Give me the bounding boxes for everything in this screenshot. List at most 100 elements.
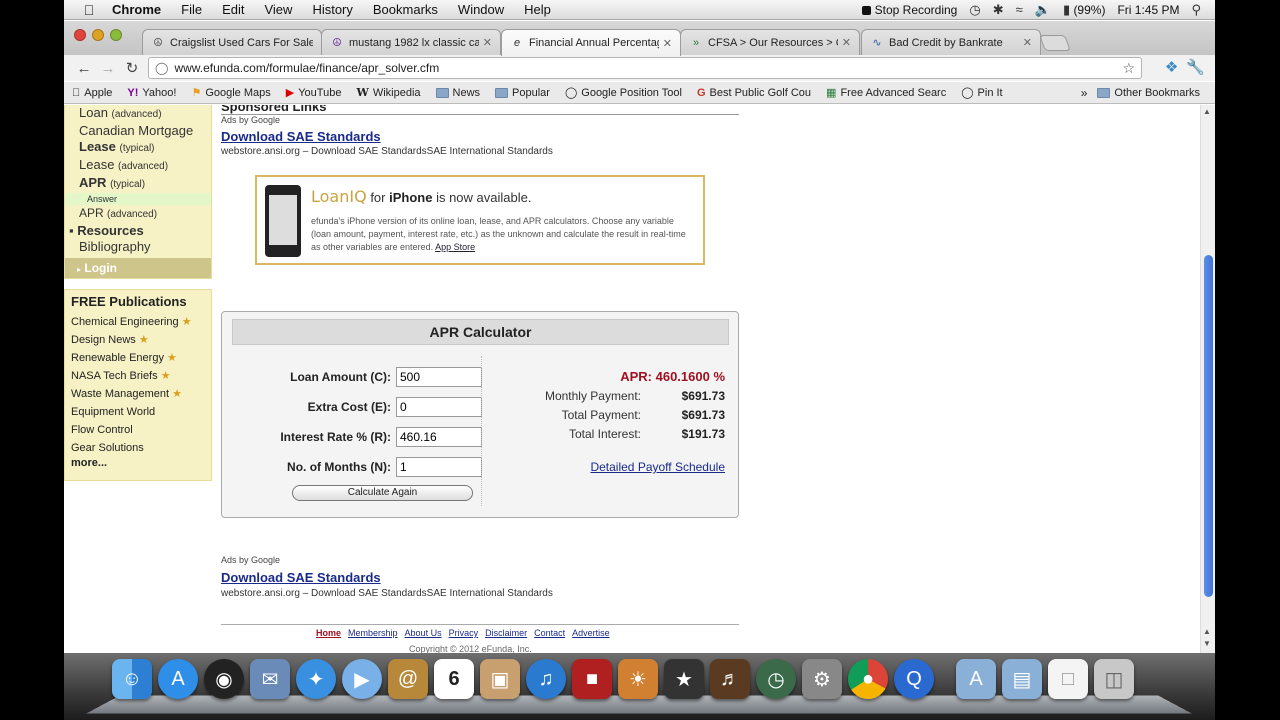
menu-view[interactable]: View (254, 2, 302, 17)
bookmark-wikipedia[interactable]: W Wikipedia (356, 86, 420, 99)
minimize-window-button[interactable] (92, 29, 104, 41)
footer-privacy-link[interactable]: Privacy (449, 628, 479, 638)
photo-browser-icon[interactable]: ■ (572, 659, 612, 699)
bookmark-golf[interactable]: G Best Public Golf Cou (697, 87, 811, 99)
pub-waste-management[interactable]: Waste Management ★ (71, 385, 211, 403)
ad-link[interactable]: Download SAE Standards (221, 570, 553, 585)
system-preferences-icon[interactable]: ⚙ (802, 659, 842, 699)
zoom-window-button[interactable] (110, 29, 122, 41)
pub-gear-solutions[interactable]: Gear Solutions (71, 439, 211, 457)
safari-icon[interactable]: ✦ (296, 659, 336, 699)
iphoto-icon[interactable]: ☀ (618, 659, 658, 699)
calendar-icon[interactable]: 6 (434, 659, 474, 699)
stop-recording-button[interactable]: Stop Recording (861, 3, 957, 17)
close-tab-icon[interactable]: ✕ (842, 36, 851, 49)
back-arrow-icon[interactable]: ← (72, 60, 96, 77)
loan-amount-input[interactable] (396, 367, 482, 387)
dashboard-icon[interactable]: ◉ (204, 659, 244, 699)
scroll-down-icon[interactable]: ▼ (1203, 639, 1211, 648)
facetime-icon[interactable]: ▶ (342, 659, 382, 699)
menu-app-name[interactable]: Chrome (102, 2, 171, 17)
menu-bookmarks[interactable]: Bookmarks (363, 2, 448, 17)
nav-lease-advanced[interactable]: Lease (advanced) (65, 157, 211, 175)
nav-lease-typical[interactable]: Lease (typical) (65, 139, 211, 157)
tab-cfsa[interactable]: » CFSA > Our Resources > Cu ✕ (680, 29, 860, 55)
reload-icon[interactable]: ↻ (120, 59, 144, 77)
ads-by-google[interactable]: Ads by Google (221, 115, 553, 125)
url-text[interactable]: www.efunda.com/formulae/finance/apr_solv… (174, 61, 439, 75)
loaniq-promo[interactable]: LoanIQ for iPhone is now available. efun… (255, 175, 705, 265)
tab-mustang[interactable]: ☮ mustang 1982 lx classic car ✕ (321, 29, 501, 55)
bookmark-yahoo[interactable]: Y! Yahoo! (127, 87, 176, 99)
bookmark-google-position[interactable]: ◯ Google Position Tool (565, 86, 682, 100)
pub-renewable-energy[interactable]: Renewable Energy ★ (71, 349, 211, 367)
ads-by-google[interactable]: Ads by Google (221, 555, 553, 565)
publications-more-link[interactable]: more... (71, 457, 211, 469)
pub-design-news[interactable]: Design News ★ (71, 331, 211, 349)
extension-icon[interactable]: ❖ (1165, 58, 1178, 76)
scroll-up-icon[interactable]: ▲ (1203, 627, 1211, 636)
tab-bankrate[interactable]: ∿ Bad Credit by Bankrate ✕ (861, 29, 1041, 55)
ad-link[interactable]: Download SAE Standards (221, 129, 553, 144)
menubar-clock[interactable]: Fri 1:45 PM (1117, 3, 1179, 17)
tab-craigslist[interactable]: ☮ Craigslist Used Cars For Sale (142, 29, 322, 55)
footer-home-link[interactable]: Home (316, 628, 341, 638)
scroll-thumb[interactable] (1204, 255, 1213, 597)
app-store-icon[interactable]: A (158, 659, 198, 699)
nav-resources[interactable]: ▪ Resources (65, 223, 211, 239)
extra-cost-input[interactable] (396, 397, 482, 417)
itunes-icon[interactable]: ♫ (526, 659, 566, 699)
bookmark-pin-it[interactable]: ◯ Pin It (961, 86, 1002, 100)
nav-loan-advanced[interactable]: Loan (advanced) (65, 105, 211, 123)
spotlight-search-icon[interactable]: ⚲ (1191, 2, 1201, 18)
quicktime-icon[interactable]: Q (894, 659, 934, 699)
months-input[interactable] (396, 457, 482, 477)
page-info-icon[interactable]: ◯ (155, 61, 168, 75)
mail-icon[interactable]: ✉ (250, 659, 290, 699)
trash-icon[interactable]: ◫ (1094, 659, 1134, 699)
finder-icon[interactable]: ☺ (112, 659, 152, 699)
menu-history[interactable]: History (302, 2, 362, 17)
bookmark-apple[interactable]: Apple (72, 87, 112, 99)
nav-bibliography[interactable]: Bibliography (65, 239, 211, 255)
close-tab-icon[interactable]: ✕ (1023, 36, 1032, 49)
bluetooth-icon[interactable]: ✱ (993, 2, 1004, 18)
bookmark-other[interactable]: Other Bookmarks (1097, 87, 1200, 99)
scroll-up-icon[interactable]: ▲ (1203, 107, 1211, 116)
footer-membership-link[interactable]: Membership (348, 628, 398, 638)
menu-edit[interactable]: Edit (212, 2, 254, 17)
page-scrollbar[interactable]: ▲ ▲ ▼ (1200, 105, 1215, 653)
close-tab-icon[interactable]: ✕ (483, 36, 492, 49)
documents-folder-icon[interactable]: ▤ (1002, 659, 1042, 699)
tab-efunda-apr[interactable]: e Financial Annual Percentage ✕ (501, 29, 681, 56)
imovie-icon[interactable]: ★ (664, 659, 704, 699)
applications-folder-icon[interactable]: A (956, 659, 996, 699)
bookmarks-overflow-icon[interactable]: » (1081, 86, 1088, 100)
calculate-again-button[interactable]: Calculate Again (292, 485, 473, 501)
footer-disclaimer-link[interactable]: Disclaimer (485, 628, 527, 638)
forward-arrow-icon[interactable]: → (96, 60, 120, 77)
wifi-icon[interactable]: ≈ (1016, 2, 1023, 17)
battery-status[interactable]: ▮ (99%) (1063, 2, 1106, 18)
garageband-icon[interactable]: ♬ (710, 659, 750, 699)
login-link[interactable]: ▸ Login (65, 258, 211, 278)
close-window-button[interactable] (74, 29, 86, 41)
chrome-icon[interactable]: ● (848, 659, 888, 699)
bookmark-star-icon[interactable]: ☆ (1122, 60, 1135, 77)
photo-booth-icon[interactable]: ▣ (480, 659, 520, 699)
pub-flow-control[interactable]: Flow Control (71, 421, 211, 439)
close-tab-icon[interactable]: ✕ (663, 37, 672, 50)
bookmark-folder-news[interactable]: News (435, 87, 480, 99)
bookmark-google-maps[interactable]: ⚑ Google Maps (191, 86, 270, 100)
new-tab-button[interactable] (1039, 35, 1071, 51)
bookmark-free-search[interactable]: ▦ Free Advanced Searc (826, 86, 946, 100)
file-icon[interactable]: □ (1048, 659, 1088, 699)
pub-equipment-world[interactable]: Equipment World (71, 403, 211, 421)
nav-canadian-mortgage[interactable]: Canadian Mortgage (65, 123, 211, 139)
bookmark-folder-popular[interactable]: Popular (495, 87, 550, 99)
address-bar[interactable]: ◯ www.efunda.com/formulae/finance/apr_so… (148, 57, 1142, 79)
nav-apr-advanced[interactable]: APR (advanced) (65, 205, 211, 223)
wrench-menu-icon[interactable]: 🔧 (1186, 58, 1205, 76)
time-machine-icon[interactable]: ◷ (756, 659, 796, 699)
pub-nasa-tech-briefs[interactable]: NASA Tech Briefs ★ (71, 367, 211, 385)
